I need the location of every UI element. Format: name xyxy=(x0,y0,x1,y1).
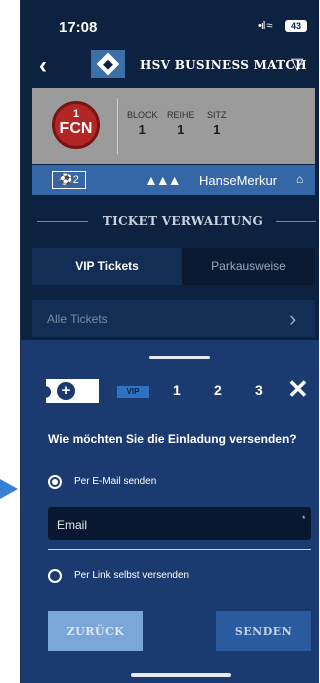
club-crest-icon: 1 FCN xyxy=(52,101,100,149)
status-bar: 17:08 •ıl ≈ 43 xyxy=(21,0,319,44)
option-link-label: Per Link selbst versenden xyxy=(74,570,190,581)
radio-link[interactable] xyxy=(48,569,62,583)
option-email[interactable]: Per E-Mail senden xyxy=(48,474,208,490)
row-column: REIHE 1 xyxy=(167,110,195,137)
phone-screen: 17:08 •ıl ≈ 43 ‹ HSV BUSINESS MATCH ▽ 1 … xyxy=(20,0,319,683)
option-email-label: Per E-Mail senden xyxy=(74,476,157,487)
page-title: HSV BUSINESS MATCH xyxy=(140,58,307,72)
ticket-card: 1 FCN BLOCK 1 REIHE 1 SITZ 1 xyxy=(32,88,315,164)
tab-parkausweise[interactable]: Parkausweise xyxy=(182,248,315,285)
option-link[interactable]: Per Link selbst versenden xyxy=(48,568,248,584)
app-header: ‹ HSV BUSINESS MATCH ▽ xyxy=(21,48,319,88)
tab-vip-tickets[interactable]: VIP Tickets xyxy=(32,248,182,285)
field-divider xyxy=(48,549,311,550)
sheet-grab-handle[interactable] xyxy=(149,356,210,359)
hsv-logo-icon xyxy=(91,50,125,78)
pointer-arrow-icon xyxy=(0,479,18,499)
step-2: 2 xyxy=(214,382,222,398)
ticket-add-icon: + xyxy=(39,379,99,403)
vip-badge: VIP xyxy=(117,386,149,398)
email-field[interactable]: * xyxy=(48,507,311,540)
signal-wifi-icon: •ıl ≈ xyxy=(258,20,272,32)
bundesliga-logo-icon: ⚽2 xyxy=(52,171,86,189)
ticket-tabs: VIP Tickets Parkausweise xyxy=(32,248,315,285)
invite-stepper: + VIP 1 2 3 ✕ xyxy=(21,372,319,412)
email-input[interactable] xyxy=(48,507,311,540)
filter-label: Alle Tickets xyxy=(47,312,108,326)
status-time: 17:08 xyxy=(59,19,98,36)
back-chevron-icon[interactable]: ‹ xyxy=(39,52,47,80)
send-method-question: Wie möchten Sie die Einladung versenden? xyxy=(48,432,297,446)
home-indicator xyxy=(131,673,231,677)
required-mark: * xyxy=(302,514,306,524)
close-icon[interactable]: ✕ xyxy=(287,376,309,402)
filter-dropdown[interactable]: Alle Tickets › xyxy=(32,300,315,337)
send-button[interactable]: SENDEN xyxy=(216,611,311,651)
back-button[interactable]: ZURÜCK xyxy=(48,611,143,651)
battery-icon: 43 xyxy=(285,20,307,32)
section-title: TICKET VERWALTUNG xyxy=(21,212,319,232)
seat-column: SITZ 1 xyxy=(207,110,227,137)
invite-bottom-sheet: + VIP 1 2 3 ✕ Wie möchten Sie die Einlad… xyxy=(21,340,319,683)
divider-line xyxy=(37,221,88,222)
divider-line xyxy=(276,221,316,222)
adidas-logo-icon: ▲▲▲ xyxy=(144,172,182,188)
hansemerkur-icon: ⌂ xyxy=(296,172,304,186)
block-column: BLOCK 1 xyxy=(127,110,158,137)
card-divider xyxy=(117,98,118,154)
radio-email[interactable] xyxy=(48,475,62,489)
bell-icon[interactable]: ▽ xyxy=(291,54,303,74)
sponsor-bar: ⚽2 ▲▲▲ HanseMerkur ⌂ xyxy=(32,165,315,195)
step-1: 1 xyxy=(173,382,181,398)
step-3: 3 xyxy=(255,382,263,398)
chevron-right-icon: › xyxy=(289,306,297,331)
hansemerkur-logo: HanseMerkur xyxy=(199,173,278,188)
